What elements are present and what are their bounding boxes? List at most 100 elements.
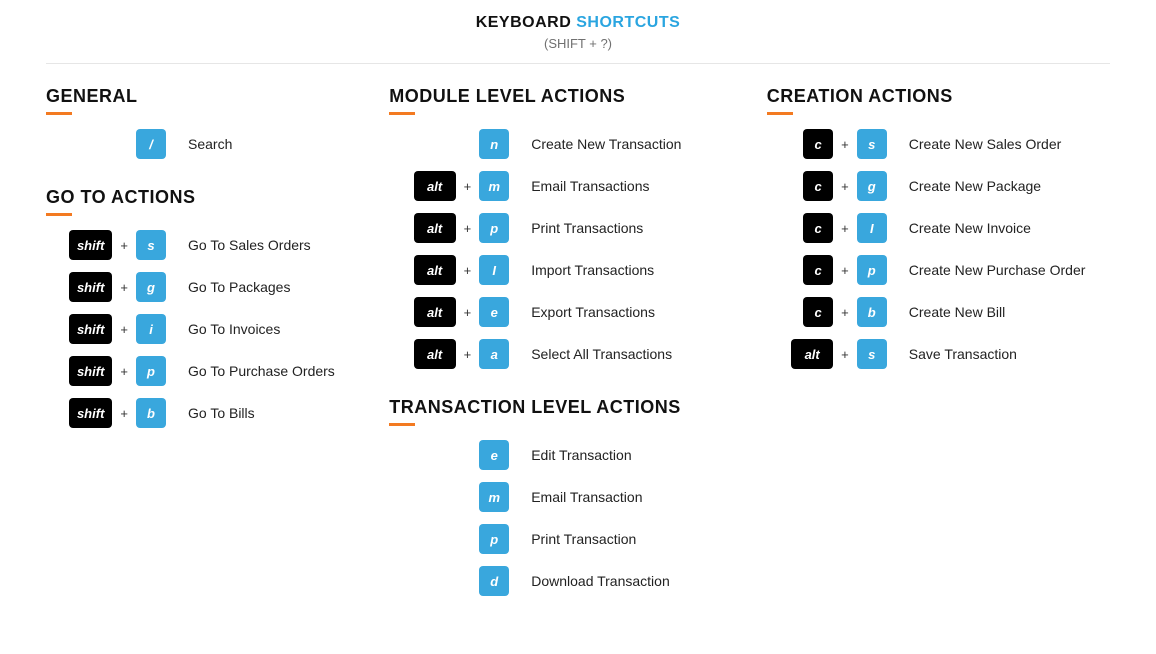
shortcut-row-mod-export: alt+eExport Transactions [389,297,767,327]
key-cap: shift [69,314,112,344]
shortcut-row-mod-print: alt + p Print Transactions [389,213,767,243]
section-general: GENERAL/Search [46,86,389,159]
shortcut-row-mod-import: alt+IImport Transactions [389,255,767,285]
shortcut-label: Print Transactions [531,220,643,236]
plus-icon: + [841,221,849,236]
shortcut-row-goto-bills: shift+bGo To Bills [46,398,389,428]
page-title: KEYBOARD SHORTCUTS [0,14,1156,32]
shortcut-row-goto-packages: shift+gGo To Packages [46,272,389,302]
shortcut-label: Create New Sales Order [909,136,1062,152]
plus-icon: + [841,263,849,278]
section-title: GENERAL [46,86,138,113]
shortcut-label: Edit Transaction [531,447,631,463]
shortcut-row-new-bill: c+b Create New Bill [767,297,1110,327]
shortcut-label: Save Transaction [909,346,1017,362]
key-combo: alt+I [389,255,509,285]
key-combo: c + I [767,213,887,243]
key-cap: I [479,255,509,285]
key-combo: shift + i [46,314,166,344]
key-cap: I [857,213,887,243]
key-combo: alt + p [389,213,509,243]
shortcut-row-goto-invoices: shift + i Go To Invoices [46,314,389,344]
title-part2: SHORTCUTS [576,14,680,31]
shortcut-label: Email Transaction [531,489,642,505]
key-combo: shift + s [46,230,166,260]
shortcut-label: Email Transactions [531,178,649,194]
key-cap: c [803,213,833,243]
key-cap: s [857,129,887,159]
shortcut-label: Go To Invoices [188,321,280,337]
shortcut-label: Go To Purchase Orders [188,363,335,379]
key-combo: c + p [767,255,887,285]
key-cap: shift [69,272,112,302]
section-goto: GO TO ACTIONSshift+sGo To Sales Orderssh… [46,187,389,428]
plus-icon: + [120,406,128,421]
key-combo: shift+b [46,398,166,428]
key-combo: c+g [767,171,887,201]
shortcut-row-new-sales-order: c+s Create New Sales Order [767,129,1110,159]
header-divider [46,63,1110,64]
key-cap: s [136,230,166,260]
key-combo: alt + s [767,339,887,369]
key-combo: alt + m [389,171,509,201]
key-cap: m [479,171,509,201]
section-transaction: TRANSACTION LEVEL ACTIONS e Edit Transacti… [389,397,767,596]
key-cap: i [136,314,166,344]
key-cap: c [803,129,833,159]
section-title: TRANSACTION LEVEL ACTIONS [389,397,681,424]
key-combo: d [389,566,509,596]
shortcut-row-new-invoice: c + I Create New Invoice [767,213,1110,243]
key-cap: p [857,255,887,285]
shortcut-row-save-txn: alt + s Save Transaction [767,339,1110,369]
key-cap: m [479,482,509,512]
key-combo: alt+e [389,297,509,327]
key-cap: alt [414,171,456,201]
key-cap: p [479,213,509,243]
shortcut-row-new-package: c+gCreate New Package [767,171,1110,201]
header: KEYBOARD SHORTCUTS (SHIFT + ?) [0,14,1156,51]
key-combo: c+s [767,129,887,159]
key-cap: b [136,398,166,428]
column: MODULE LEVEL ACTIONSnCreate New Transact… [389,86,767,624]
key-cap: g [136,272,166,302]
shortcut-row-goto-sales-orders: shift+sGo To Sales Orders [46,230,389,260]
key-cap: g [857,171,887,201]
key-combo: n [389,129,509,159]
column: CREATION ACTIONSc+sCreate New Sales Orde… [767,86,1110,624]
plus-icon: + [464,263,472,278]
key-cap: shift [69,230,112,260]
plus-icon: + [464,221,472,236]
section-creation: CREATION ACTIONSc+sCreate New Sales Orde… [767,86,1110,369]
plus-icon: + [841,179,849,194]
key-cap: e [479,440,509,470]
plus-icon: + [120,238,128,253]
key-combo: m [389,482,509,512]
key-cap: c [803,297,833,327]
key-combo: c+b [767,297,887,327]
shortcut-label: Download Transaction [531,573,670,589]
plus-icon: + [464,305,472,320]
section-title: GO TO ACTIONS [46,187,196,214]
title-part1: KEYBOARD [476,14,577,31]
shortcut-label: Create New Invoice [909,220,1031,236]
key-cap: e [479,297,509,327]
key-cap: c [803,255,833,285]
plus-icon: + [841,347,849,362]
shortcut-label: Import Transactions [531,262,654,278]
key-combo: / [46,129,166,159]
shortcut-label: Print Transaction [531,531,636,547]
shortcut-row-new-purchase: c+pCreate New Purchase Order [767,255,1110,285]
shortcut-label: Create New Bill [909,304,1005,320]
key-cap: alt [414,339,456,369]
shortcut-row-mod-new: nCreate New Transaction [389,129,767,159]
key-cap: alt [791,339,833,369]
key-cap: n [479,129,509,159]
plus-icon: + [120,322,128,337]
key-cap: a [479,339,509,369]
shortcut-row-goto-purchase: shift+pGo To Purchase Orders [46,356,389,386]
plus-icon: + [464,179,472,194]
key-cap: alt [414,213,456,243]
plus-icon: + [120,364,128,379]
columns: GENERAL/SearchGO TO ACTIONSshift+sGo To … [0,86,1156,624]
key-cap: s [857,339,887,369]
